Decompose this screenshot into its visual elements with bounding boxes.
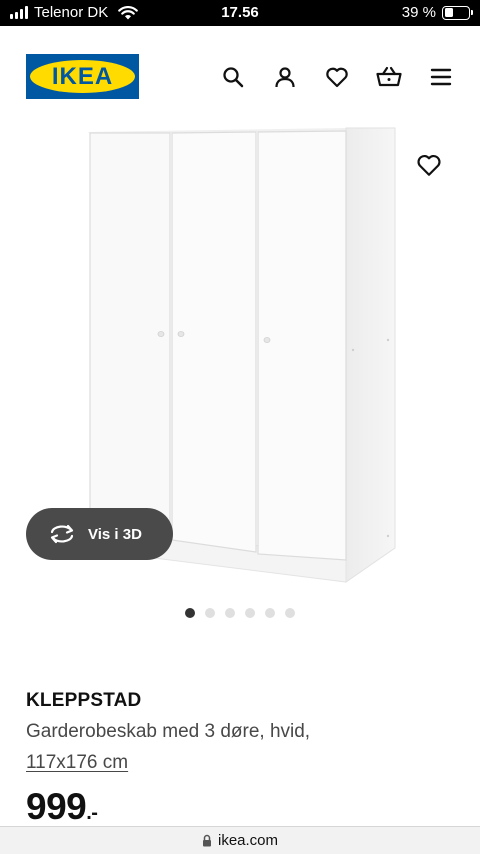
product-price: 999.- <box>26 786 98 828</box>
product-description: Garderobeskab med 3 døre, hvid, <box>26 721 311 742</box>
browser-url-bar[interactable]: ikea.com <box>0 826 480 854</box>
menu-icon[interactable] <box>428 64 454 90</box>
battery-fill <box>444 8 454 17</box>
search-icon[interactable] <box>220 64 246 90</box>
price-suffix: .- <box>86 802 98 824</box>
url-domain: ikea.com <box>217 832 279 849</box>
battery-percent: 39 % <box>401 4 436 21</box>
rotate-3d-icon <box>50 524 74 544</box>
account-icon[interactable] <box>272 64 298 90</box>
view-3d-label: Vis i 3D <box>88 525 142 543</box>
carousel-dot[interactable] <box>185 608 195 618</box>
logo-text: IKEA <box>51 62 114 90</box>
product-size-link[interactable]: 117x176 cm <box>26 752 128 774</box>
view-3d-button[interactable]: Vis i 3D <box>26 508 173 560</box>
lock-icon <box>202 834 211 847</box>
header-icons <box>220 64 454 90</box>
carousel-dot[interactable] <box>285 608 295 618</box>
status-right: 39 % <box>401 4 473 21</box>
carousel-dot[interactable] <box>245 608 255 618</box>
page: Telenor DK 17.56 39 % IKEA Vis i 3D KLEP… <box>0 0 480 854</box>
heart-icon <box>417 154 441 176</box>
wishlist-icon[interactable] <box>324 64 350 90</box>
status-bar: Telenor DK 17.56 39 % <box>0 0 480 26</box>
add-to-wishlist-button[interactable] <box>416 152 442 178</box>
product-name: KLEPPSTAD <box>26 690 142 711</box>
carousel-dot[interactable] <box>205 608 215 618</box>
carousel-dots <box>0 608 480 618</box>
basket-icon[interactable] <box>376 64 402 90</box>
carousel-dot[interactable] <box>225 608 235 618</box>
carousel-dot[interactable] <box>265 608 275 618</box>
battery-icon <box>442 5 473 20</box>
logo-oval: IKEA <box>30 60 135 93</box>
price-value: 999 <box>26 786 87 827</box>
site-header: IKEA <box>0 26 480 126</box>
ikea-logo[interactable]: IKEA <box>26 54 139 99</box>
